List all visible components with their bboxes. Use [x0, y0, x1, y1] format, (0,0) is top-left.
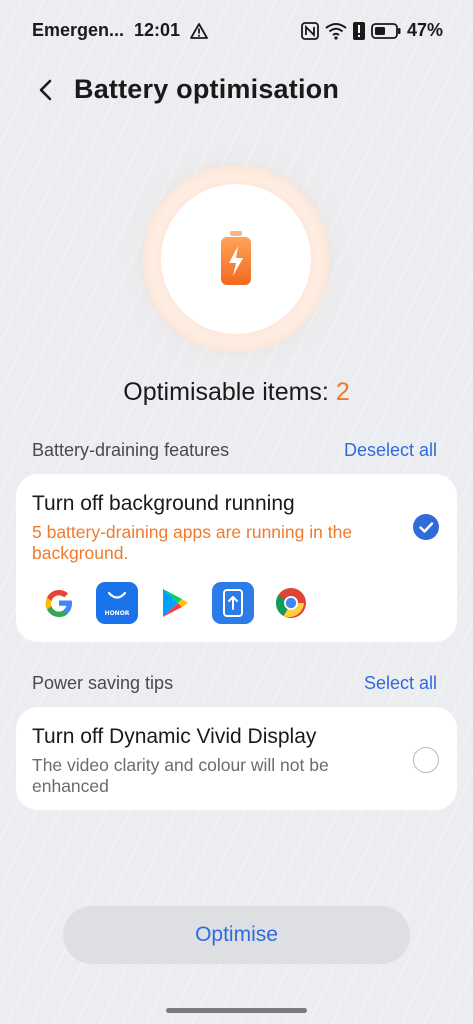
background-running-checkbox[interactable]	[413, 514, 439, 540]
battery-icon	[371, 22, 401, 39]
background-running-desc: 5 battery-draining apps are running in t…	[32, 522, 353, 563]
home-indicator[interactable]	[166, 1008, 307, 1013]
vivid-display-title: Turn off Dynamic Vivid Display	[32, 725, 317, 748]
page-title: Battery optimisation	[74, 74, 340, 104]
status-bar: Emergen... 12:01 47%	[0, 0, 473, 60]
optimise-button[interactable]: Optimise	[63, 906, 410, 964]
alert-icon	[352, 21, 365, 40]
draining-apps-list: HONOR	[38, 582, 312, 624]
optimisable-summary: Optimisable items: 2	[0, 378, 473, 407]
battery-charging-icon	[221, 231, 251, 285]
summary-label: Optimisable items:	[123, 378, 336, 406]
status-left: Emergen... 12:01	[32, 20, 208, 41]
vivid-display-checkbox[interactable]	[413, 747, 439, 773]
honor-store-icon: HONOR	[96, 582, 138, 624]
battery-percent: 47%	[406, 20, 443, 40]
vivid-display-desc: The video clarity and colour will not be…	[32, 755, 329, 796]
chevron-left-icon	[39, 79, 52, 101]
draining-section-header: Battery-draining features Deselect all	[32, 440, 437, 461]
play-store-icon	[154, 582, 196, 624]
draining-section-title: Battery-draining features	[32, 440, 230, 460]
warning-icon	[190, 22, 208, 39]
back-button[interactable]	[30, 74, 62, 106]
battery-optimisation-screen: Emergen... 12:01 47% Battery optimisatio…	[0, 0, 473, 1024]
chrome-icon	[270, 582, 312, 624]
nfc-icon	[301, 21, 319, 40]
tips-section-header: Power saving tips Select all	[32, 673, 437, 694]
summary-count: 2	[335, 378, 350, 406]
background-running-title: Turn off background running	[32, 492, 295, 515]
battery-hero	[143, 166, 329, 352]
deselect-all-button[interactable]: Deselect all	[344, 440, 437, 461]
phone-clone-icon	[212, 582, 254, 624]
svg-text:HONOR: HONOR	[105, 610, 130, 617]
header: Battery optimisation	[0, 66, 473, 114]
checkmark-icon	[419, 522, 434, 533]
carrier-label: Emergen...	[32, 20, 125, 40]
tips-section-title: Power saving tips	[32, 673, 174, 693]
clock: 12:01	[134, 20, 181, 40]
battery-hero-inner	[161, 184, 311, 334]
vivid-display-card[interactable]: Turn off Dynamic Vivid Display The video…	[16, 707, 457, 810]
google-icon	[38, 582, 80, 624]
select-all-button[interactable]: Select all	[364, 673, 437, 694]
wifi-icon	[325, 22, 347, 40]
background-running-card[interactable]: Turn off background running 5 battery-dr…	[16, 474, 457, 642]
status-right: 47%	[301, 20, 443, 41]
